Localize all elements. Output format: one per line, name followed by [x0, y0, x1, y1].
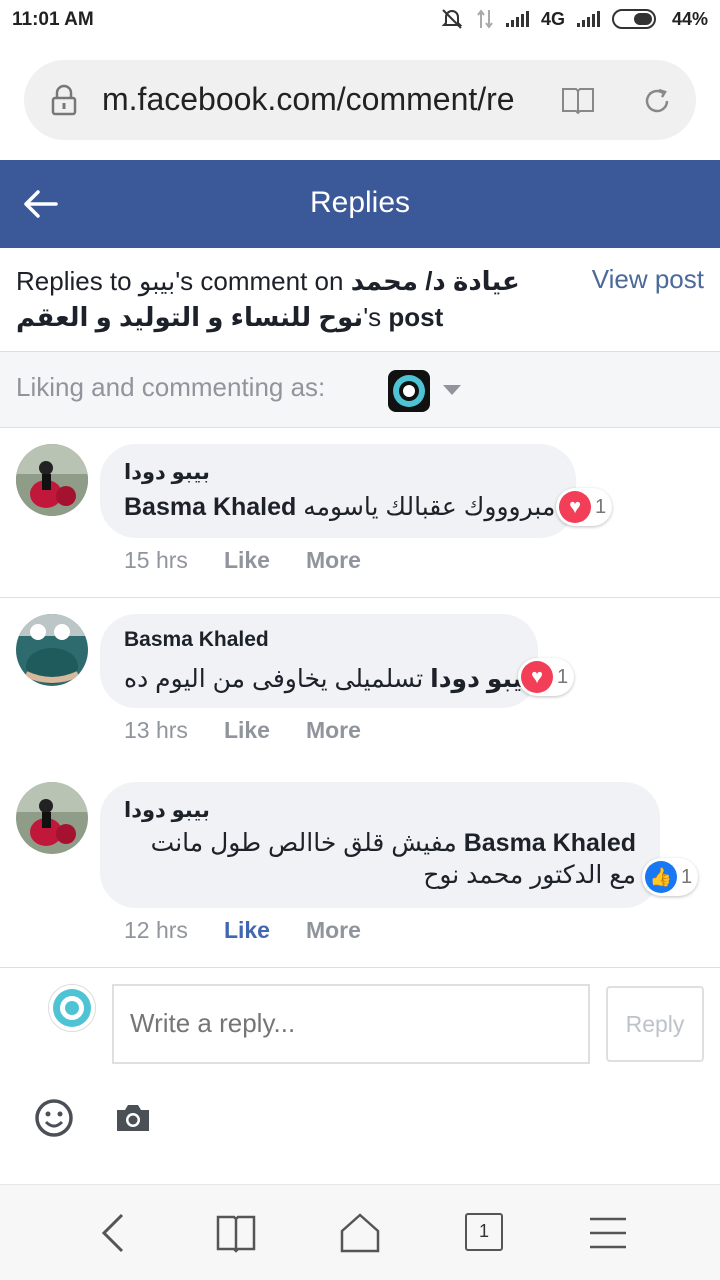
comment-bubble-2[interactable]: Basma Khaled بيبو دودا تسلميلى يخاوفى من… [100, 614, 538, 708]
comment-bubble-1[interactable]: بيبو دودا Basma Khaled مبروووك عقبالك يا… [100, 444, 576, 538]
comment-message: مبروووك عقبالك ياسومه [303, 493, 556, 521]
status-time: 11:01 AM [12, 9, 94, 30]
reaction-count: 1 [595, 495, 607, 518]
avatar-photo-icon [16, 444, 88, 516]
love-reaction-icon: ♥ [559, 491, 591, 523]
comment-time[interactable]: 13 hrs [124, 717, 188, 744]
divider [0, 597, 720, 598]
page-title: Replies [309, 186, 411, 219]
status-icons: 4G 44% [440, 8, 708, 30]
comment-text: Basma Khaled مبروووك عقبالك ياسومه [124, 492, 555, 522]
page-name-part-2[interactable]: نوح للنساء و التوليد و العقم [16, 302, 363, 332]
browser-nav-bar: 1 [0, 1184, 720, 1280]
comment-meta-2: 13 hrs Like More [124, 717, 361, 744]
mention-link[interactable]: بيبو دودا [430, 665, 532, 693]
reader-mode-icon[interactable] [561, 86, 595, 114]
reaction-count-3[interactable]: 👍 1 [642, 858, 699, 896]
refresh-icon[interactable] [642, 86, 672, 116]
comment-bubble-3[interactable]: بيبو دودا Basma Khaled مفيش قلق خاالص طو… [100, 782, 660, 908]
comment-meta-1: 15 hrs Like More [124, 547, 361, 574]
bookmarks-icon[interactable] [212, 1211, 260, 1255]
love-reaction-icon: ♥ [521, 661, 553, 693]
address-bar[interactable]: m.facebook.com/comment/re [24, 60, 696, 140]
mention-link[interactable]: Basma Khaled [464, 829, 636, 857]
comment-time[interactable]: 12 hrs [124, 917, 188, 944]
signal-icon-2 [576, 11, 600, 27]
replies-context-line-1: Replies to بيبو's comment on عيادة د/ مح… [16, 266, 520, 297]
reply-input[interactable] [130, 1008, 570, 1039]
comment-line-1: Basma Khaled مفيش قلق خاالص طول مانت [151, 828, 636, 858]
avatar-photo-icon [16, 614, 88, 686]
divider [0, 967, 720, 968]
comment-message-line-2: مع الدكتور محمد نوح [423, 861, 636, 889]
comment-meta-3: 12 hrs Like More [124, 917, 361, 944]
replies-mid: 's comment on [175, 266, 351, 296]
reaction-count-2[interactable]: ♥ 1 [518, 658, 575, 696]
facebook-header: Replies [0, 160, 720, 248]
like-button[interactable]: Like [224, 717, 270, 744]
battery-percent: 44% [671, 8, 708, 29]
network-type: 4G [540, 8, 565, 29]
page-name-part-1[interactable]: عيادة د/ محمد [351, 266, 520, 296]
comment-text: Basma Khaled مفيش قلق خاالص طول مانت مع … [151, 828, 636, 890]
reply-box[interactable] [112, 984, 590, 1064]
tabs-button[interactable]: 1 [465, 1213, 503, 1251]
home-icon[interactable] [336, 1211, 384, 1255]
post-link[interactable]: post [388, 302, 443, 332]
reaction-count: 1 [681, 865, 693, 888]
menu-icon[interactable] [584, 1211, 632, 1255]
avatar[interactable] [16, 614, 88, 686]
like-button[interactable]: Like [224, 917, 270, 944]
dropdown-caret-icon[interactable] [442, 384, 462, 396]
mention-link[interactable]: Basma Khaled [124, 493, 296, 521]
avatar[interactable] [16, 444, 88, 516]
page-logo-avatar[interactable] [388, 370, 430, 412]
replies-suffix: 's [363, 302, 389, 332]
avatar[interactable] [16, 782, 88, 854]
avatar-photo-icon [16, 782, 88, 854]
like-button[interactable]: Like [224, 547, 270, 574]
reaction-count-1[interactable]: ♥ 1 [556, 488, 613, 526]
view-post-link[interactable]: View post [592, 264, 704, 295]
liking-as-label: Liking and commenting as: [16, 372, 326, 402]
comment-time[interactable]: 15 hrs [124, 547, 188, 574]
emoji-icon[interactable] [34, 1098, 74, 1138]
lock-icon [51, 84, 77, 116]
back-icon[interactable] [92, 1211, 140, 1255]
comment-author[interactable]: بيبو دودا [124, 460, 210, 485]
comment-message-line-1: مفيش قلق خاالص طول مانت [150, 829, 457, 857]
commenter-name: بيبو [138, 266, 176, 296]
comment-text: بيبو دودا تسلميلى يخاوفى من اليوم ده [124, 664, 532, 694]
camera-icon[interactable] [114, 1102, 152, 1134]
more-button[interactable]: More [306, 917, 361, 944]
data-arrows-icon [477, 9, 493, 29]
liking-as-bar[interactable]: Liking and commenting as: [0, 352, 720, 428]
more-button[interactable]: More [306, 547, 361, 574]
mute-alarm-icon [441, 9, 463, 29]
reply-button[interactable]: Reply [606, 986, 704, 1062]
url-text[interactable]: m.facebook.com/comment/re [102, 81, 522, 118]
more-button[interactable]: More [306, 717, 361, 744]
replies-context: Replies to بيبو's comment on عيادة د/ مح… [0, 248, 720, 352]
battery-icon [611, 9, 656, 29]
replies-prefix: Replies to [16, 266, 139, 296]
comment-author[interactable]: Basma Khaled [124, 628, 269, 652]
reaction-count: 1 [557, 665, 569, 688]
replies-context-line-2: نوح للنساء و التوليد و العقم's post [16, 302, 443, 333]
signal-icon [505, 11, 529, 27]
like-reaction-icon: 👍 [645, 861, 677, 893]
comment-message: تسلميلى يخاوفى من اليوم ده [124, 665, 424, 693]
status-bar: 11:01 AM 4G 44% [0, 0, 720, 40]
comment-author[interactable]: بيبو دودا [124, 798, 210, 823]
composer-avatar [48, 984, 96, 1032]
